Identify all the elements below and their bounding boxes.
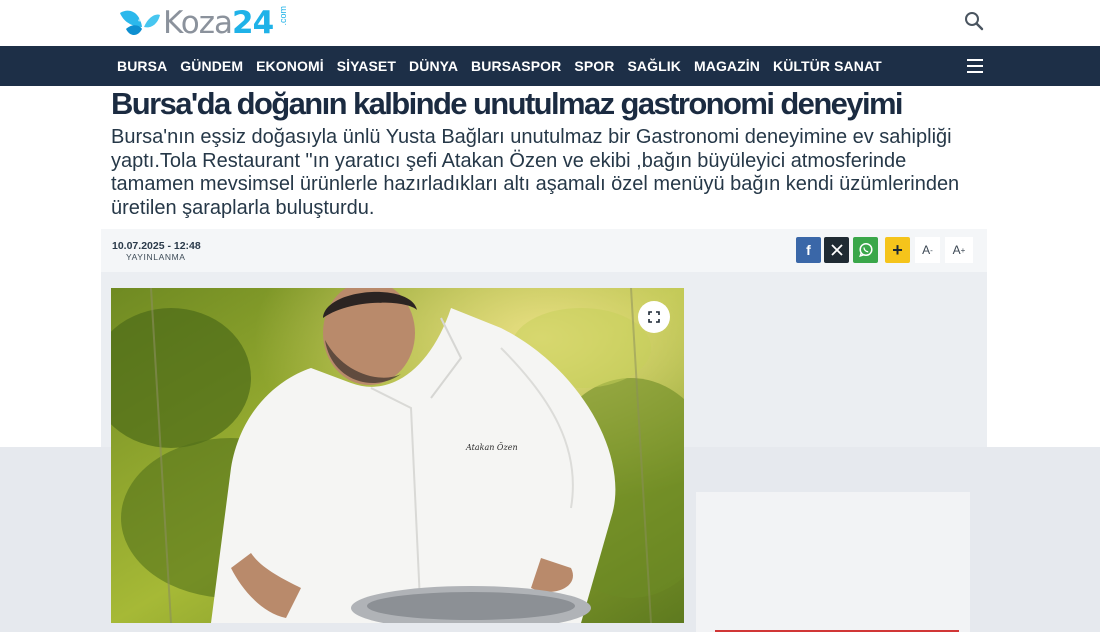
share-more-button[interactable]: + [885, 237, 910, 263]
article-summary: Bursa'nın eşsiz doğasıyla ünlü Yusta Bağ… [111, 126, 960, 219]
plus-icon: + [892, 239, 903, 260]
x-icon [830, 244, 843, 256]
nav-item-ekonomi[interactable]: EKONOMİ [250, 46, 331, 86]
nav-item-kultur-sanat[interactable]: KÜLTÜR SANAT [767, 46, 889, 86]
shirt-embroidery: Atakan Özen [465, 443, 518, 452]
font-increase-label: A [952, 243, 961, 257]
sidebar-card [696, 492, 970, 632]
font-decrease-button[interactable]: A- [915, 237, 940, 263]
search-button[interactable] [961, 8, 987, 34]
nav-item-spor[interactable]: SPOR [568, 46, 621, 86]
article-main-image[interactable]: Atakan Özen [111, 288, 684, 623]
share-x-button[interactable] [824, 237, 849, 263]
nav-item-magazin[interactable]: MAGAZİN [688, 46, 767, 86]
logo-wordmark: Koza24 [163, 4, 274, 41]
site-logo[interactable]: Koza24 [118, 4, 274, 42]
publish-date: 10.07.2025 - 12:48 [112, 240, 201, 252]
share-whatsapp-button[interactable] [853, 237, 878, 263]
expand-icon [648, 311, 660, 323]
whatsapp-icon [858, 242, 873, 258]
article-title: Bursa'da doğanın kalbinde unutulmaz gast… [111, 86, 904, 121]
nav-list: BURSA GÜNDEM EKONOMİ SİYASET DÜNYA BURSA… [111, 46, 889, 86]
share-facebook-button[interactable]: f [796, 237, 821, 263]
font-increase-button[interactable]: A + [945, 237, 973, 263]
nav-item-gundem[interactable]: GÜNDEM [174, 46, 250, 86]
nav-item-siyaset[interactable]: SİYASET [331, 46, 403, 86]
main-navigation: BURSA GÜNDEM EKONOMİ SİYASET DÜNYA BURSA… [0, 46, 1100, 86]
search-icon [965, 12, 984, 31]
fullscreen-button[interactable] [638, 301, 670, 333]
facebook-icon: f [806, 242, 811, 258]
hamburger-menu-icon[interactable] [964, 55, 986, 77]
nav-item-bursa[interactable]: BURSA [111, 46, 174, 86]
logo-tld: .com [278, 6, 288, 26]
font-decrease-label: A [922, 243, 931, 257]
publish-date-label: YAYINLANMA [126, 252, 186, 262]
nav-item-saglik[interactable]: SAĞLIK [621, 46, 688, 86]
nav-item-bursaspor[interactable]: BURSASPOR [465, 46, 568, 86]
nav-item-dunya[interactable]: DÜNYA [403, 46, 465, 86]
butterfly-logo-icon [118, 7, 162, 39]
